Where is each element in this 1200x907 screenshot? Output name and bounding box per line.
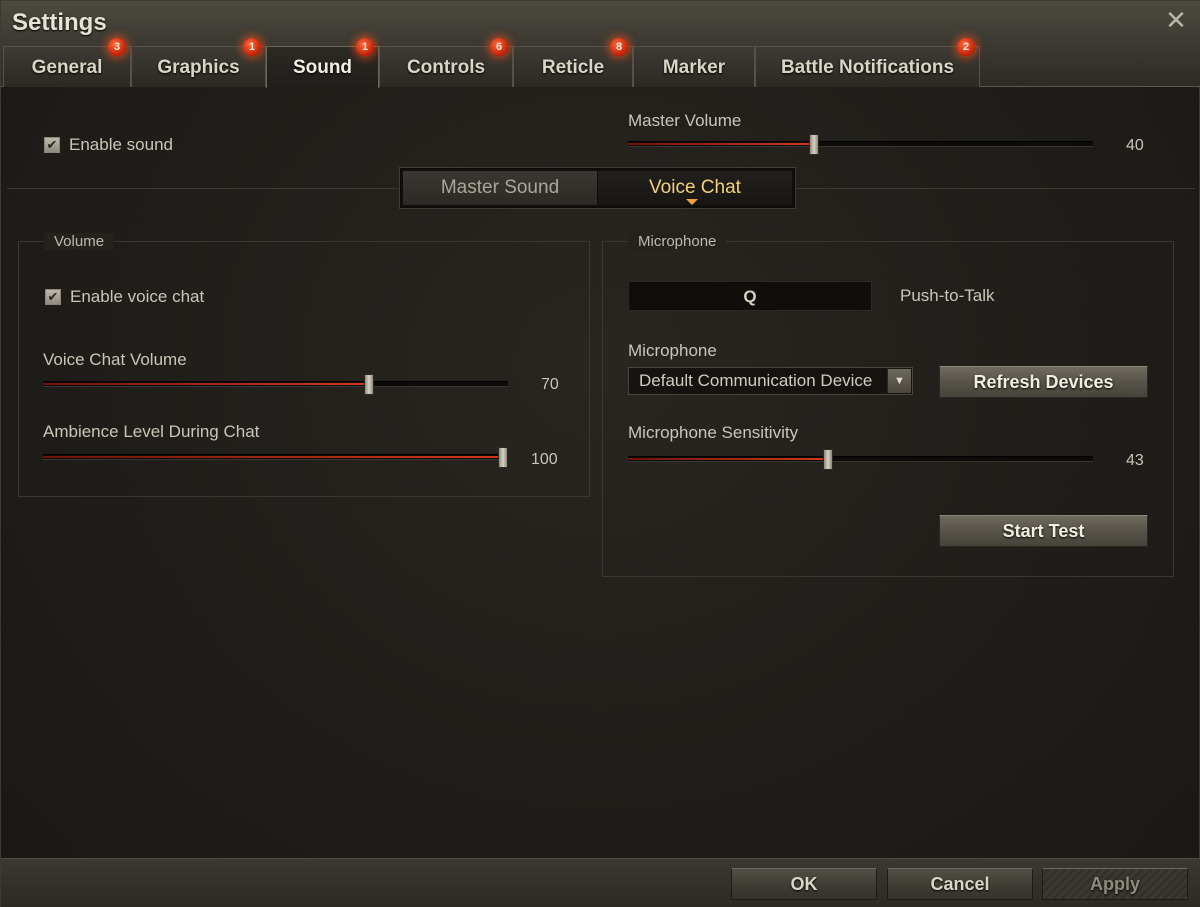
notification-badge: 8	[610, 38, 628, 56]
slider-thumb[interactable]	[498, 447, 508, 468]
voice-chat-volume-slider[interactable]	[43, 374, 508, 395]
slider-fill	[628, 143, 814, 145]
enable-voice-chat-checkbox[interactable]: ✔ Enable voice chat	[45, 287, 204, 307]
slider-fill	[628, 458, 828, 460]
slider-thumb[interactable]	[822, 449, 833, 470]
notification-badge: 1	[243, 38, 261, 56]
active-caret-icon	[686, 199, 698, 205]
start-test-button[interactable]: Start Test	[939, 515, 1148, 547]
enable-voice-chat-label: Enable voice chat	[70, 287, 205, 306]
master-volume-slider[interactable]	[628, 134, 1093, 155]
window-title: Settings	[12, 9, 107, 36]
apply-button[interactable]: Apply	[1042, 868, 1188, 900]
tab-label: Battle Notifications	[780, 57, 955, 78]
volume-group: Volume ✔ Enable voice chat Voice Chat Vo…	[18, 233, 590, 497]
tab-battle-notifications[interactable]: Battle Notifications 2	[755, 38, 980, 87]
ambience-level-slider[interactable]	[43, 447, 508, 468]
microphone-device-select[interactable]: Default Communication Device ▼	[628, 367, 913, 395]
master-volume-label: Master Volume	[628, 111, 742, 130]
microphone-device-label: Microphone	[628, 341, 717, 360]
tab-marker[interactable]: Marker	[633, 46, 755, 87]
ok-button[interactable]: OK	[731, 868, 877, 900]
ambience-level-value: 100	[531, 451, 558, 468]
tab-label: Marker	[662, 57, 726, 78]
slider-fill	[43, 383, 369, 385]
slider-thumb[interactable]	[809, 134, 819, 155]
ambience-level-label: Ambience Level During Chat	[43, 422, 260, 441]
tab-label: Sound	[292, 57, 353, 78]
sound-subtab-switch: Master Sound Voice Chat	[400, 168, 795, 208]
tab-graphics[interactable]: Graphics 1	[131, 38, 266, 87]
close-icon[interactable]: ✕	[1163, 7, 1189, 33]
title-bar: Settings ✕ General 3 Graphics 1 Sound 1 …	[1, 1, 1200, 88]
voice-chat-volume-label: Voice Chat Volume	[43, 350, 187, 369]
notification-badge: 6	[490, 38, 508, 56]
refresh-devices-button[interactable]: Refresh Devices	[939, 366, 1148, 398]
notification-badge: 2	[957, 38, 975, 56]
tab-label: Controls	[406, 57, 486, 78]
slider-fill	[43, 456, 508, 458]
enable-sound-checkbox[interactable]: ✔ Enable sound	[44, 135, 173, 155]
tab-sound[interactable]: Sound 1	[266, 38, 379, 88]
microphone-group-title: Microphone	[628, 233, 727, 250]
voice-chat-volume-value: 70	[541, 376, 559, 393]
check-icon[interactable]: ✔	[45, 289, 61, 305]
notification-badge: 3	[108, 38, 126, 56]
subtab-master-sound[interactable]: Master Sound	[403, 171, 597, 205]
chevron-down-icon[interactable]: ▼	[887, 369, 911, 393]
tab-label: Graphics	[157, 57, 240, 78]
cancel-button[interactable]: Cancel	[887, 868, 1033, 900]
notification-badge: 1	[356, 38, 374, 56]
slider-thumb[interactable]	[363, 374, 374, 395]
footer-bar: OK Cancel Apply	[1, 858, 1200, 907]
enable-sound-label: Enable sound	[69, 135, 173, 154]
microphone-sensitivity-label: Microphone Sensitivity	[628, 423, 799, 442]
tab-label: Reticle	[541, 57, 605, 78]
master-volume-value: 40	[1126, 137, 1144, 154]
microphone-sensitivity-slider[interactable]	[628, 449, 1093, 470]
push-to-talk-key-field[interactable]: Q	[628, 281, 872, 311]
volume-group-title: Volume	[44, 233, 115, 250]
microphone-sensitivity-value: 43	[1126, 452, 1144, 469]
selected-device: Default Communication Device	[639, 371, 873, 390]
tab-general[interactable]: General 3	[3, 38, 131, 87]
settings-window: Settings ✕ General 3 Graphics 1 Sound 1 …	[0, 0, 1200, 907]
tab-label: General	[31, 57, 103, 78]
tab-reticle[interactable]: Reticle 8	[513, 38, 633, 87]
check-icon[interactable]: ✔	[44, 137, 60, 153]
sound-settings-panel: ✔ Enable sound Master Volume 40 Master S…	[1, 88, 1200, 858]
push-to-talk-label: Push-to-Talk	[900, 286, 995, 305]
tab-controls[interactable]: Controls 6	[379, 38, 513, 87]
